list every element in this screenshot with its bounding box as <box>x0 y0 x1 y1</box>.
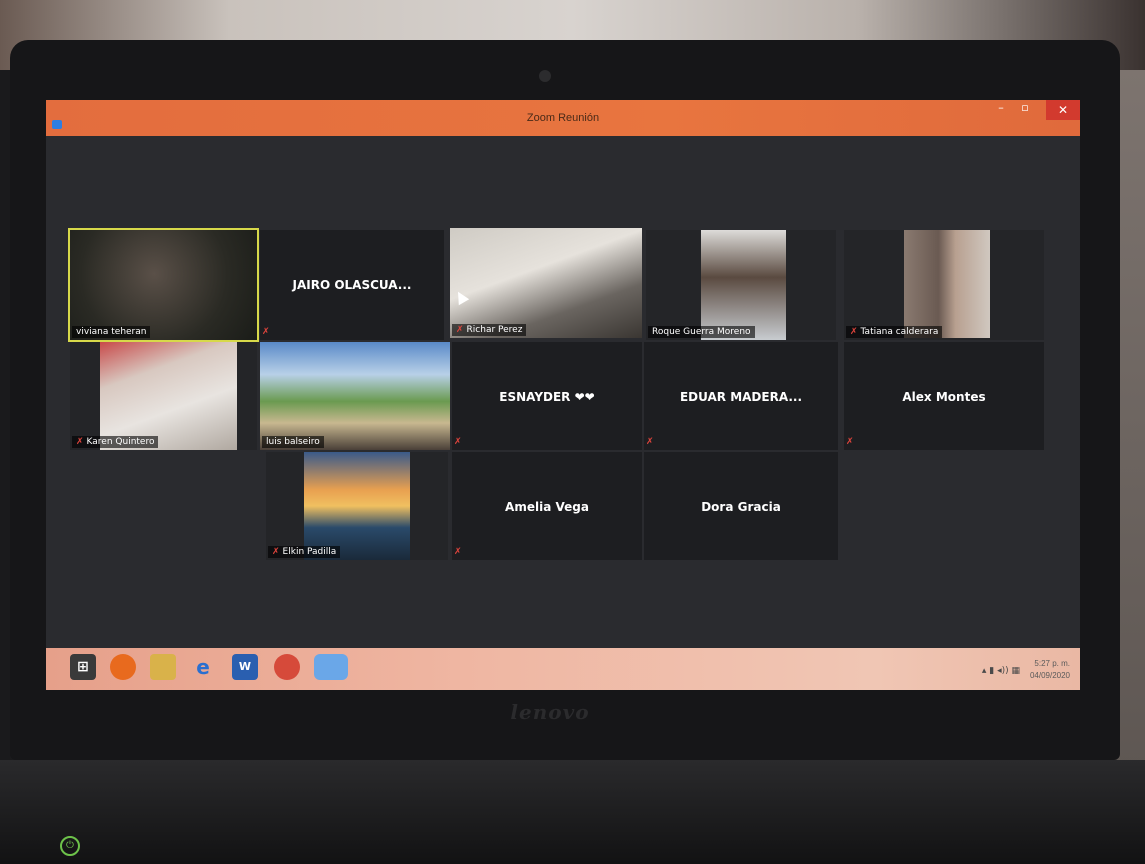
clock-time: 5:27 p. m. <box>1034 659 1070 668</box>
firefox-icon[interactable] <box>110 654 136 680</box>
participant-video <box>100 342 237 450</box>
participant-name: JAIRO OLASCUA... <box>292 278 412 293</box>
muted-mic-icon: ✗ <box>262 327 270 337</box>
system-clock[interactable]: 5:27 p. m. 04/09/2020 <box>1030 658 1070 682</box>
file-explorer-icon[interactable] <box>150 654 176 680</box>
participant-name: Amelia Vega <box>505 499 589 514</box>
close-button[interactable]: ✕ <box>1046 100 1080 120</box>
webcam <box>539 70 551 82</box>
participant-name-label: ✗ Tatiana calderara <box>846 326 943 338</box>
maximize-button[interactable]: ▫ <box>1014 102 1036 116</box>
participant-name-label: luis balseiro <box>262 436 324 448</box>
muted-mic-icon: ✗ <box>646 437 654 447</box>
muted-mic-icon: ✗ <box>76 437 84 447</box>
participant-tile[interactable]: ESNAYDER ❤❤ ✗ <box>452 342 642 450</box>
participant-tile[interactable]: viviana teheran <box>68 228 259 342</box>
participant-name-label: Roque Guerra Moreno <box>648 326 755 338</box>
participant-name-label: ✗ Elkin Padilla <box>268 546 341 558</box>
muted-mic-icon: ✗ <box>846 437 854 447</box>
start-icon[interactable]: ⊞ <box>70 654 96 680</box>
window-title-bar[interactable]: Zoom Reunión – ▫ ✕ <box>46 100 1080 136</box>
laptop-base <box>0 760 1145 864</box>
clock-date: 04/09/2020 <box>1029 671 1070 680</box>
muted-mic-icon: ✗ <box>850 327 858 337</box>
muted-mic-icon: ✗ <box>454 547 462 557</box>
participant-tile[interactable]: ✗ Tatiana calderara <box>844 230 1044 340</box>
participant-name: Alex Montes <box>902 389 986 404</box>
window-title: Zoom Reunión <box>526 112 600 124</box>
gallery-view: viviana teheran JAIRO OLASCUA... ✗ ✗ Rich… <box>46 136 1080 648</box>
participant-tile[interactable]: Dora Gracia <box>644 452 838 560</box>
participant-video <box>70 230 257 340</box>
participant-tile[interactable]: ✗ Karen Quintero <box>70 342 257 450</box>
system-tray-icons[interactable]: ▴ ▮ ◂)) ▦ <box>982 666 1020 676</box>
word-icon[interactable]: W <box>232 654 258 680</box>
participant-name-label: ✗ Karen Quintero <box>72 436 159 448</box>
participant-tile[interactable]: JAIRO OLASCUA... ✗ <box>260 230 444 340</box>
chrome-icon[interactable] <box>274 654 300 680</box>
participant-name: EDUAR MADERA... <box>679 389 803 404</box>
participant-name: ESNAYDER ❤❤ <box>499 389 595 404</box>
participant-tile[interactable]: ✗ Elkin Padilla <box>266 452 448 560</box>
muted-mic-icon: ✗ <box>454 437 462 447</box>
participant-tile[interactable]: EDUAR MADERA... ✗ <box>644 342 838 450</box>
laptop-screen: Zoom Reunión – ▫ ✕ viviana teheran JAIRO… <box>46 100 1080 690</box>
windows-taskbar: ⊞ e W ▴ ▮ ◂)) ▦ 5:27 p. m. 04/09/2020 <box>46 648 1080 690</box>
participant-name-label: ✗ Richar Perez <box>452 324 527 336</box>
laptop-brand-logo: lenovo <box>510 700 590 724</box>
minimize-button[interactable]: – <box>990 102 1012 116</box>
participant-name: Dora Gracia <box>701 499 781 514</box>
participant-video <box>450 228 642 338</box>
participant-tile[interactable]: luis balseiro <box>260 342 450 450</box>
participant-video <box>701 230 786 340</box>
muted-mic-icon: ✗ <box>456 325 464 335</box>
internet-explorer-icon[interactable]: e <box>190 654 216 680</box>
participant-tile[interactable]: Amelia Vega ✗ <box>452 452 642 560</box>
participant-video <box>304 452 410 560</box>
participant-name-label: viviana teheran <box>72 326 151 338</box>
participant-video <box>904 230 990 338</box>
participant-video <box>260 342 450 450</box>
power-icon: ⏻ <box>60 836 80 856</box>
muted-mic-icon: ✗ <box>272 547 280 557</box>
participant-tile[interactable]: ✗ Richar Perez <box>450 228 642 338</box>
participant-tile[interactable]: Alex Montes ✗ <box>844 342 1044 450</box>
zoom-icon[interactable] <box>314 654 348 680</box>
participant-tile[interactable]: Roque Guerra Moreno <box>646 230 836 340</box>
